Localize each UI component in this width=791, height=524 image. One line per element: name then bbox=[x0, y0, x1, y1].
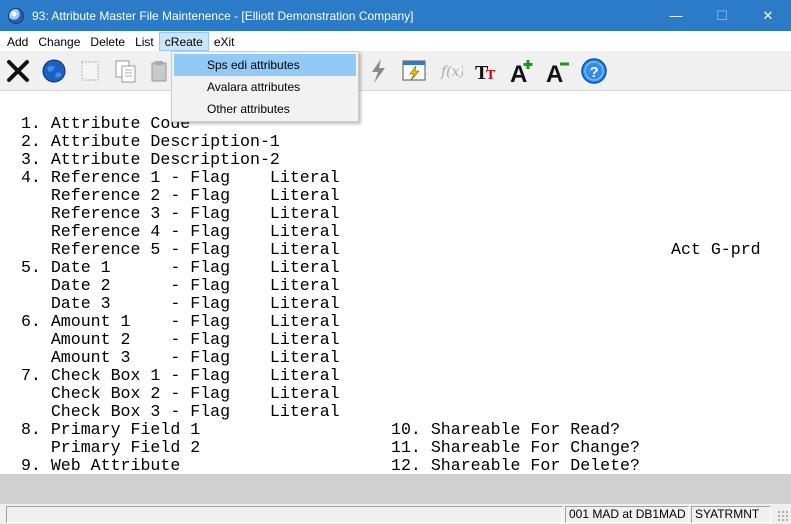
field-reference-5: Reference 5 - Flag Literal bbox=[11, 240, 340, 259]
minimize-button[interactable]: — bbox=[653, 0, 699, 31]
menu-create[interactable]: cReate bbox=[158, 31, 209, 51]
status-bar: 001 MAD at DB1MAD SYATRMNT bbox=[0, 504, 791, 524]
field-primary-field-2: Primary Field 2 bbox=[11, 438, 201, 457]
field-reference-2: Reference 2 - Flag Literal bbox=[11, 186, 340, 205]
field-shareable-for-read: 10. Shareable For Read? bbox=[391, 420, 621, 439]
window-controls: — ☐ ✕ bbox=[653, 0, 791, 31]
terminal-screen: 1. Attribute Code 2. Attribute Descripti… bbox=[0, 92, 791, 475]
field-reference-1: 4. Reference 1 - Flag Literal bbox=[11, 168, 340, 187]
menu-delete[interactable]: Delete bbox=[85, 32, 130, 51]
mode-indicator: Act G-prd bbox=[671, 240, 761, 259]
status-company-panel: 001 MAD at DB1MAD bbox=[565, 506, 689, 523]
resize-grip-icon[interactable] bbox=[777, 510, 789, 522]
menu-item-other-attributes[interactable]: Other attributes bbox=[174, 98, 356, 120]
field-reference-3: Reference 3 - Flag Literal bbox=[11, 204, 340, 223]
maximize-button[interactable]: ☐ bbox=[699, 0, 745, 31]
function-icon[interactable]: f(x) bbox=[434, 54, 466, 87]
message-area bbox=[0, 474, 791, 504]
svg-text:T: T bbox=[486, 68, 496, 83]
field-attribute-description-1: 2. Attribute Description-1 bbox=[11, 132, 280, 151]
field-date-2: Date 2 - Flag Literal bbox=[11, 276, 340, 295]
menu-item-avalara-attributes[interactable]: Avalara attributes bbox=[174, 76, 356, 98]
font-decrease-icon[interactable]: A bbox=[542, 54, 574, 87]
exit-icon[interactable] bbox=[2, 54, 34, 87]
copy-icon[interactable] bbox=[110, 54, 142, 87]
status-program-panel: SYATRMNT bbox=[691, 506, 771, 523]
field-check-box-1: 7. Check Box 1 - Flag Literal bbox=[11, 366, 340, 385]
status-message-panel bbox=[6, 506, 563, 523]
field-shareable-for-change: 11. Shareable For Change? bbox=[391, 438, 640, 457]
app-icon bbox=[8, 7, 24, 24]
field-web-attribute: 9. Web Attribute bbox=[11, 456, 181, 475]
lightning-icon[interactable] bbox=[362, 54, 394, 87]
field-check-box-2: Check Box 2 - Flag Literal bbox=[11, 384, 340, 403]
font-size-icon[interactable]: TT bbox=[470, 54, 502, 87]
menu-change[interactable]: Change bbox=[33, 32, 85, 51]
field-check-box-3: Check Box 3 - Flag Literal bbox=[11, 402, 340, 421]
field-amount-2: Amount 2 - Flag Literal bbox=[11, 330, 340, 349]
blank-page-icon[interactable] bbox=[74, 54, 106, 87]
close-button[interactable]: ✕ bbox=[745, 0, 791, 31]
field-shareable-for-delete: 12. Shareable For Delete? bbox=[391, 456, 640, 475]
toolbar: f(x) TT A A ? bbox=[0, 51, 791, 91]
field-primary-field-1: 8. Primary Field 1 bbox=[11, 420, 201, 439]
menu-add[interactable]: Add bbox=[2, 32, 33, 51]
svg-text:f(x): f(x) bbox=[440, 64, 463, 80]
field-reference-4: Reference 4 - Flag Literal bbox=[11, 222, 340, 241]
field-attribute-code: 1. Attribute Code bbox=[11, 114, 191, 133]
field-attribute-description-2: 3. Attribute Description-2 bbox=[11, 150, 280, 169]
field-amount-1: 6. Amount 1 - Flag Literal bbox=[11, 312, 340, 331]
menu-list[interactable]: List bbox=[130, 32, 159, 51]
field-amount-3: Amount 3 - Flag Literal bbox=[11, 348, 340, 367]
svg-text:?: ? bbox=[590, 64, 599, 81]
screen-lightning-icon[interactable] bbox=[398, 54, 430, 87]
help-icon[interactable]: ? bbox=[578, 54, 610, 87]
window-title: 93: Attribute Master File Maintenence - … bbox=[32, 8, 414, 23]
globe-icon[interactable] bbox=[38, 54, 70, 87]
field-date-1: 5. Date 1 - Flag Literal bbox=[11, 258, 340, 277]
field-date-3: Date 3 - Flag Literal bbox=[11, 294, 340, 313]
menu-item-sps-edi-attributes[interactable]: Sps edi attributes bbox=[174, 54, 356, 76]
font-increase-icon[interactable]: A bbox=[506, 54, 538, 87]
title-bar: 93: Attribute Master File Maintenence - … bbox=[0, 0, 791, 31]
menu-exit[interactable]: eXit bbox=[209, 32, 240, 51]
menu-bar: Add Change Delete List cReate eXit bbox=[0, 31, 791, 51]
create-dropdown-menu: Sps edi attributes Avalara attributes Ot… bbox=[171, 51, 359, 122]
